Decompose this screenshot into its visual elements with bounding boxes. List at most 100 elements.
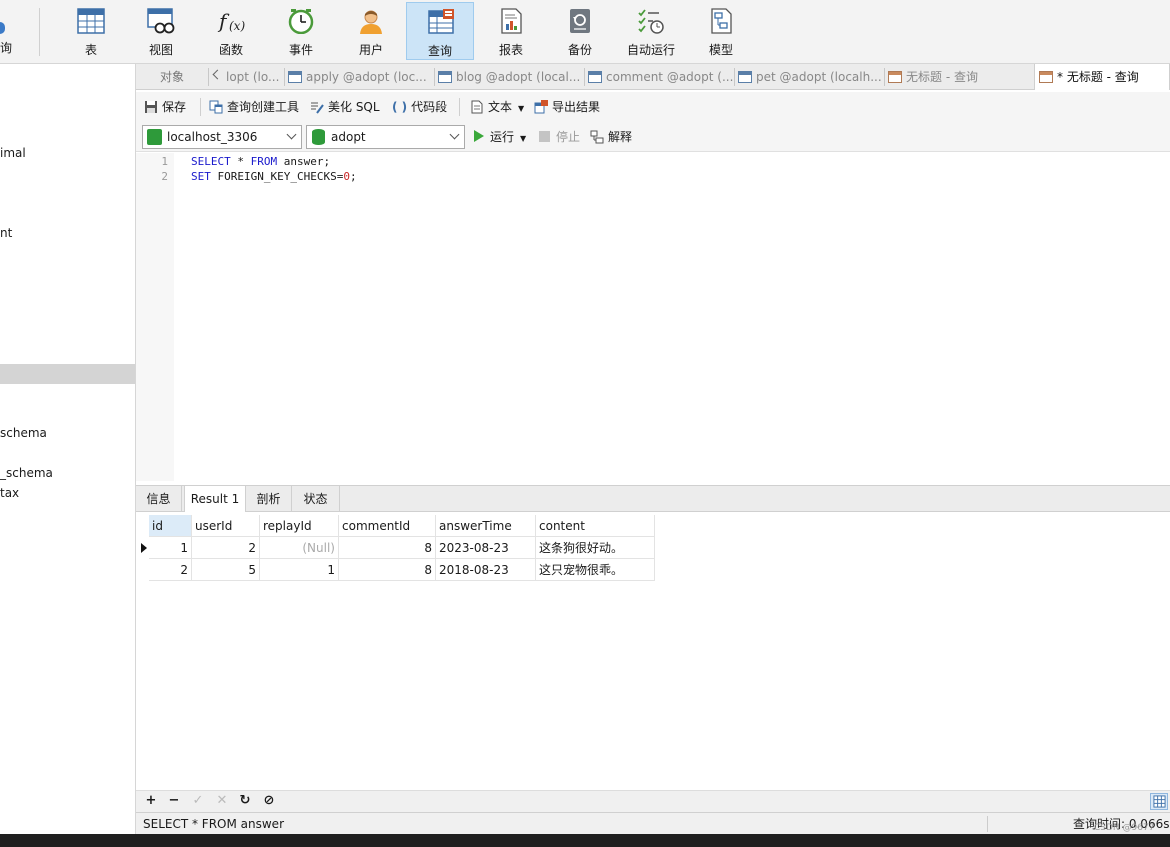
export-label: 导出结果 — [552, 100, 601, 114]
sql-text: FOREIGN_KEY_CHECKS= — [210, 170, 344, 183]
sql-number: 0 — [343, 170, 350, 183]
cell[interactable]: 8 — [339, 537, 436, 559]
sql-keyword: SET — [191, 170, 211, 183]
cell[interactable]: 2018-08-23 — [436, 559, 536, 581]
column-header-id[interactable]: id — [149, 515, 192, 537]
brackets-icon: ( ) — [392, 100, 408, 114]
function-button[interactable]: f (x) 函数 — [197, 2, 265, 60]
tab-separator — [584, 68, 585, 86]
refresh-icon[interactable]: ↻ — [237, 793, 253, 809]
tab-untitled-query[interactable]: 无标题 - 查询 — [888, 64, 1034, 90]
event-button[interactable]: 事件 — [267, 2, 335, 60]
cell[interactable]: 这只宠物很乖。 — [536, 559, 655, 581]
nav-item[interactable]: imal — [0, 146, 26, 160]
query-icon — [428, 9, 454, 34]
grid-view-toggle-button[interactable] — [1150, 793, 1168, 810]
tab-info[interactable]: 信息 — [136, 486, 182, 512]
query-builder-button[interactable]: 查询创建工具 — [209, 99, 299, 117]
query-button[interactable]: 查询 — [406, 2, 474, 60]
column-header-replayid[interactable]: replayId — [260, 515, 339, 537]
function-icon: f (x) — [217, 9, 245, 33]
column-header-content[interactable]: content — [536, 515, 655, 537]
tab-status[interactable]: 状态 — [292, 486, 340, 512]
column-header-answertime[interactable]: answerTime — [436, 515, 536, 537]
cell[interactable]: 2 — [192, 537, 260, 559]
taskbar-strip — [0, 834, 1170, 847]
table-icon — [738, 71, 752, 83]
query-label: 查询 — [427, 44, 452, 58]
discard-changes-icon[interactable]: ✕ — [214, 793, 230, 809]
tab-separator — [434, 68, 435, 86]
model-button[interactable]: 模型 — [687, 2, 755, 60]
tab-scroll-left-icon[interactable] — [212, 69, 223, 80]
add-record-icon[interactable]: + — [143, 793, 159, 809]
stop-icon[interactable]: ⊘ — [261, 793, 277, 809]
run-button[interactable]: 运行 ▼ — [474, 129, 526, 147]
explain-button[interactable]: 解释 — [590, 129, 632, 147]
sql-editor[interactable]: 1 2 SELECT * FROM answer; SET FOREIGN_KE… — [136, 153, 1170, 481]
play-icon — [474, 130, 484, 142]
column-header-userid[interactable]: userId — [192, 515, 260, 537]
beautify-icon — [311, 102, 324, 114]
toolbar-partial-item[interactable]: 询 — [0, 39, 12, 56]
action-separator — [459, 98, 460, 116]
user-icon — [360, 10, 382, 34]
nav-item[interactable]: _schema — [0, 466, 53, 480]
chevron-down-icon — [286, 129, 297, 140]
nav-item[interactable]: schema — [0, 426, 47, 440]
dropdown-arrow-icon: ▼ — [520, 134, 527, 143]
delete-record-icon[interactable]: − — [166, 793, 182, 809]
code-line-1: SELECT * FROM answer; — [191, 155, 330, 168]
tab-blog-label: blog @adopt (local... — [456, 70, 581, 84]
cell[interactable]: 1 — [149, 537, 192, 559]
table-icon — [288, 71, 302, 83]
report-button[interactable]: 报表 — [477, 2, 545, 60]
nav-item[interactable]: tax — [0, 486, 19, 500]
tab-result-1[interactable]: Result 1 — [184, 486, 246, 513]
tab-blog[interactable]: blog @adopt (local... — [438, 64, 584, 90]
view-button[interactable]: 视图 — [127, 2, 195, 60]
nav-item[interactable]: nt — [0, 226, 12, 240]
cell[interactable]: 5 — [192, 559, 260, 581]
tab-comment[interactable]: comment @adopt (... — [588, 64, 734, 90]
cell[interactable]: 2023-08-23 — [436, 537, 536, 559]
auto-run-button[interactable]: 自动运行 — [617, 2, 685, 60]
cell[interactable]: 1 — [260, 559, 339, 581]
grid-toolbar: + − ✓ ✕ ↻ ⊘ — [136, 790, 1170, 812]
cell[interactable]: 这条狗很好动。 — [536, 537, 655, 559]
tab-objects[interactable]: 对象 — [160, 64, 208, 90]
action-separator — [200, 98, 201, 116]
backup-button[interactable]: 备份 — [546, 2, 614, 60]
snippet-button[interactable]: ( ) 代码段 — [392, 99, 447, 117]
text-mode-button[interactable]: 文本 ▼ — [470, 99, 524, 117]
sql-text: answer; — [277, 155, 331, 168]
tab-apply[interactable]: apply @adopt (loc... — [288, 64, 434, 90]
auto-run-label: 自动运行 — [626, 43, 675, 57]
tab-separator — [884, 68, 885, 86]
server-select[interactable]: localhost_3306 — [142, 125, 302, 149]
apply-changes-icon[interactable]: ✓ — [190, 793, 206, 809]
tab-lopt[interactable]: lopt (lo... — [226, 64, 284, 90]
user-button[interactable]: 用户 — [337, 2, 405, 60]
table-button[interactable]: 表 — [57, 2, 125, 60]
export-results-button[interactable]: 导出结果 — [534, 99, 600, 117]
run-label: 运行 — [490, 130, 515, 144]
beautify-sql-button[interactable]: 美化 SQL — [310, 99, 380, 117]
nav-selected-row[interactable] — [0, 364, 135, 384]
cell[interactable]: 2 — [149, 559, 192, 581]
tab-pet[interactable]: pet @adopt (localh... — [738, 64, 884, 90]
stop-icon — [539, 131, 550, 142]
column-header-commentid[interactable]: commentId — [339, 515, 436, 537]
tab-profile[interactable]: 剖析 — [246, 486, 292, 512]
stop-button[interactable]: 停止 — [539, 129, 580, 147]
cell-null[interactable]: (Null) — [260, 537, 339, 559]
database-select[interactable]: adopt — [306, 125, 465, 149]
tab-untitled-query-active[interactable]: * 无标题 - 查询 — [1034, 64, 1170, 90]
sql-text: * — [230, 155, 251, 168]
save-button[interactable]: 保存 — [144, 99, 186, 117]
partial-query-icon — [0, 22, 5, 34]
view-label: 视图 — [148, 43, 173, 57]
text-mode-label: 文本 — [488, 100, 513, 114]
cell[interactable]: 8 — [339, 559, 436, 581]
result-grid[interactable]: id userId replayId commentId answerTime … — [136, 512, 1170, 790]
